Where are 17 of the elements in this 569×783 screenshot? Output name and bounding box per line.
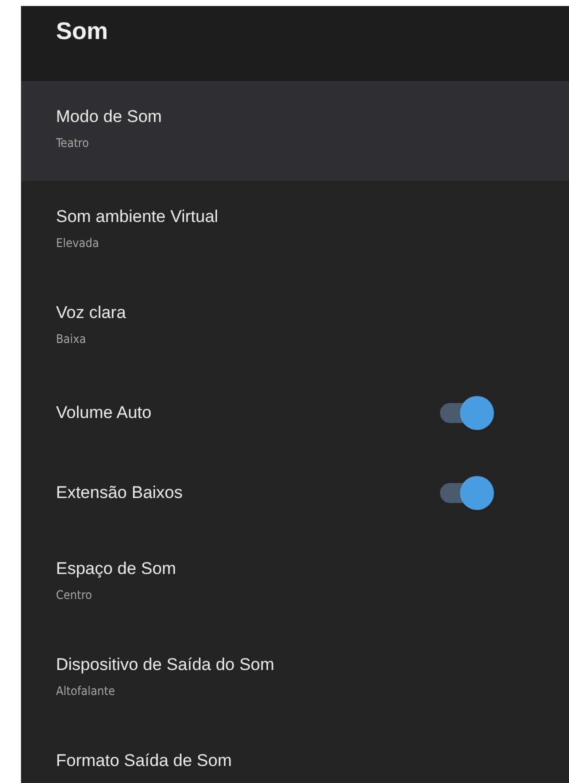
setting-value: Baixa — [56, 332, 86, 346]
settings-item[interactable]: Modo de Som Teatro — [21, 81, 569, 181]
toggle-switch[interactable] — [438, 476, 494, 510]
setting-value: Teatro — [56, 136, 89, 150]
setting-value: Elevada — [56, 236, 99, 250]
setting-label: Modo de Som — [56, 107, 162, 127]
setting-label: Extensão Baixos — [56, 483, 183, 503]
setting-label: Formato Saída de Som — [56, 751, 232, 771]
setting-label: Dispositivo de Saída do Som — [56, 655, 274, 675]
setting-label: Voz clara — [56, 303, 126, 323]
setting-label: Volume Auto — [56, 403, 152, 423]
setting-value: Centro — [56, 588, 92, 602]
page-title: Som — [56, 18, 108, 46]
setting-label: Espaço de Som — [56, 559, 176, 579]
toggle-switch[interactable] — [438, 396, 494, 430]
setting-label: Som ambiente Virtual — [56, 207, 218, 227]
setting-value: Altofalante — [56, 684, 115, 698]
